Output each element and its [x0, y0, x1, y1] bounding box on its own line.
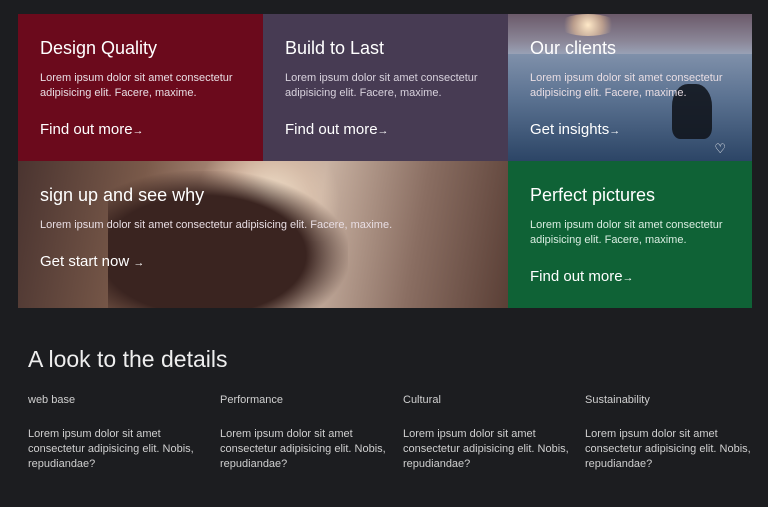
- tile-text: Lorem ipsum dolor sit amet consectetur a…: [40, 72, 233, 99]
- tile-text: Lorem ipsum dolor sit amet consectetur a…: [40, 219, 393, 231]
- tile-design-quality: Design Quality Lorem ipsum dolor sit ame…: [18, 14, 263, 161]
- find-out-more-link[interactable]: Find out more→: [285, 121, 389, 138]
- detail-column-cultural: Cultural Lorem ipsum dolor sit amet cons…: [403, 394, 578, 472]
- arrow-right-icon: →: [377, 125, 389, 137]
- arrow-right-icon: →: [622, 272, 634, 284]
- detail-text: Lorem ipsum dolor sit amet consectetur a…: [220, 428, 386, 470]
- detail-column-web-base: web base Lorem ipsum dolor sit amet cons…: [28, 394, 203, 472]
- tile-text: Lorem ipsum dolor sit amet consectetur a…: [530, 72, 723, 99]
- detail-label: Cultural: [403, 394, 441, 406]
- detail-text: Lorem ipsum dolor sit amet consectetur a…: [28, 428, 194, 470]
- detail-label: web base: [28, 394, 76, 406]
- tile-title: sign up and see why: [40, 185, 205, 205]
- tile-perfect-pictures: Perfect pictures Lorem ipsum dolor sit a…: [508, 161, 752, 308]
- tile-our-clients: Our clients Lorem ipsum dolor sit amet c…: [508, 14, 752, 161]
- arrow-right-icon: →: [132, 125, 144, 137]
- tile-text: Lorem ipsum dolor sit amet consectetur a…: [530, 219, 723, 246]
- tile-title: Design Quality: [40, 38, 158, 58]
- heart-icon[interactable]: ♡: [714, 141, 726, 157]
- tile-title: Perfect pictures: [530, 185, 656, 205]
- find-out-more-link[interactable]: Find out more→: [40, 121, 144, 138]
- detail-text: Lorem ipsum dolor sit amet consectetur a…: [585, 428, 751, 470]
- tile-title: Build to Last: [285, 38, 385, 58]
- arrow-right-icon: →: [133, 257, 145, 269]
- details-section: A look to the details web base Lorem ips…: [28, 346, 758, 470]
- arrow-right-icon: →: [609, 125, 621, 137]
- section-heading: A look to the details: [28, 346, 228, 372]
- tile-title: Our clients: [530, 38, 617, 58]
- feature-grid: Design Quality Lorem ipsum dolor sit ame…: [18, 14, 752, 308]
- tile-sign-up: sign up and see why Lorem ipsum dolor si…: [18, 161, 508, 308]
- find-out-more-link[interactable]: Find out more→: [530, 268, 634, 285]
- detail-label: Performance: [220, 394, 283, 406]
- tile-build-to-last: Build to Last Lorem ipsum dolor sit amet…: [263, 14, 508, 161]
- detail-column-sustainability: Sustainability Lorem ipsum dolor sit ame…: [585, 394, 760, 472]
- get-insights-link[interactable]: Get insights→: [530, 121, 620, 138]
- tile-text: Lorem ipsum dolor sit amet consectetur a…: [285, 72, 478, 99]
- detail-label: Sustainability: [585, 394, 650, 406]
- detail-text: Lorem ipsum dolor sit amet consectetur a…: [403, 428, 569, 470]
- get-start-now-link[interactable]: Get start now →: [40, 253, 144, 270]
- detail-column-performance: Performance Lorem ipsum dolor sit amet c…: [220, 394, 395, 472]
- sun-glow: [558, 14, 618, 36]
